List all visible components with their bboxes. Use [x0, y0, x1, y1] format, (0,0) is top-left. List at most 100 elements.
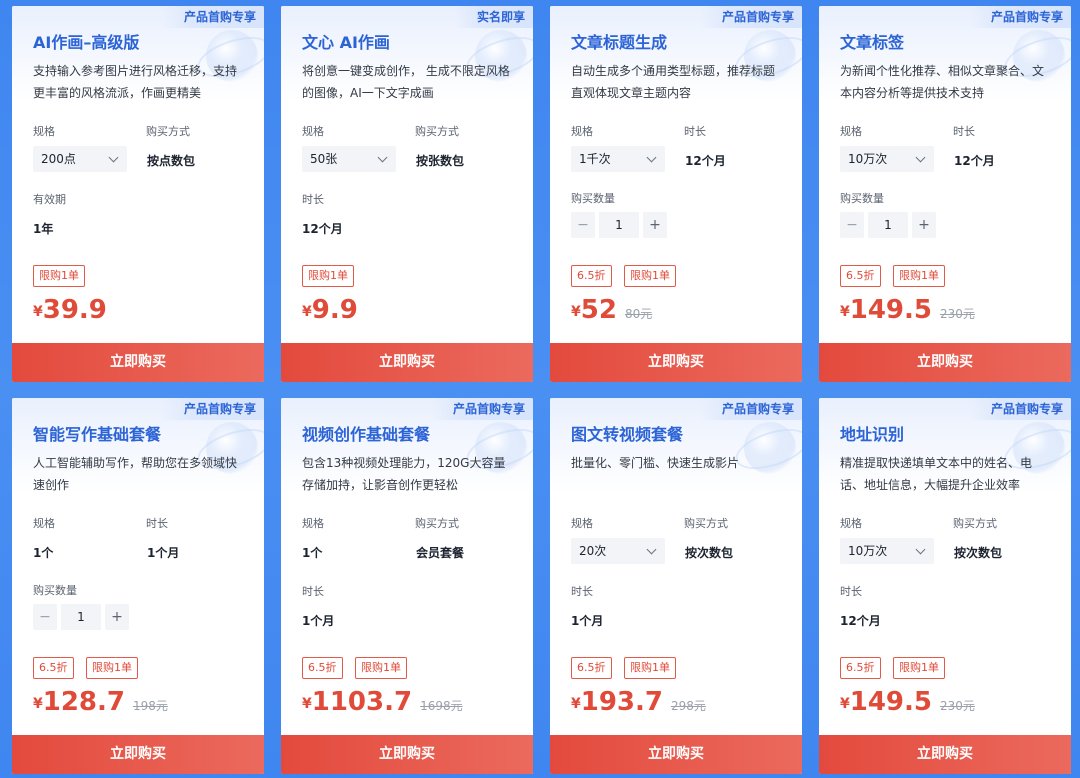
quantity-stepper[interactable]: − 1 +: [840, 212, 936, 238]
spec-select[interactable]: 1千次: [571, 146, 665, 172]
buy-now-button[interactable]: 立即购买: [819, 343, 1071, 382]
limit-tag: 限购1单: [624, 265, 676, 287]
promo-ribbon: 产品首购专享: [161, 398, 264, 420]
spec-value: 1个: [302, 546, 323, 560]
decrement-button[interactable]: −: [33, 604, 57, 630]
spec-label: 规格: [840, 125, 862, 138]
card-title: 图文转视频套餐: [571, 425, 684, 444]
price: ¥128.7 198元: [33, 687, 168, 717]
buy-now-button[interactable]: 立即购买: [12, 735, 264, 774]
buy-now-button[interactable]: 立即购买: [550, 343, 802, 382]
buy-method-label: 购买方式: [684, 517, 728, 530]
currency-symbol: ¥: [840, 304, 850, 320]
validity-value: 1年: [33, 222, 54, 236]
card-description: 自动生成多个通用类型标题，推荐标题直观体现文章主题内容: [571, 64, 776, 100]
currency-symbol: ¥: [302, 304, 312, 320]
original-price: 230元: [940, 699, 975, 713]
product-card-video-creation: 产品首购专享 视频创作基础套餐 包含13种视频处理能力，120G大容量存储加持，…: [281, 398, 533, 774]
price-value: 128.7: [42, 687, 125, 717]
duration-value: 12个月: [954, 154, 995, 168]
spec-label: 规格: [33, 517, 55, 530]
buy-now-button[interactable]: 立即购买: [819, 735, 1071, 774]
card-description: 将创意一键变成创作， 生成不限定风格的图像，AI一下文字成画: [302, 64, 510, 100]
quantity-input[interactable]: 1: [599, 212, 639, 238]
card-title: 文章标签: [840, 33, 905, 52]
discount-tag: 6.5折: [840, 265, 881, 287]
original-price: 298元: [671, 699, 706, 713]
chevron-down-icon: [915, 544, 926, 555]
validity-label: 有效期: [33, 193, 66, 206]
spec-label: 规格: [302, 125, 324, 138]
duration-label: 时长: [302, 193, 324, 206]
discount-tag: 6.5折: [840, 657, 881, 679]
card-description: 精准提取快递填单文本中的姓名、电话、地址信息，大幅提升企业效率: [840, 456, 1033, 492]
limit-tag: 限购1单: [33, 265, 85, 287]
buy-method-label: 购买方式: [953, 517, 997, 530]
price: ¥193.7 298元: [571, 687, 706, 717]
decrement-button[interactable]: −: [840, 212, 864, 238]
buy-now-button[interactable]: 立即购买: [281, 735, 533, 774]
card-description: 支持输入参考图片进行风格迁移，支持更丰富的风格流派，作画更精美: [33, 64, 238, 100]
discount-tag: 6.5折: [571, 265, 612, 287]
spec-select-value: 50张: [310, 152, 338, 166]
discount-tag: 6.5折: [571, 657, 612, 679]
card-title: 视频创作基础套餐: [302, 425, 431, 444]
promo-ribbon: 产品首购专享: [968, 6, 1071, 28]
spec-select[interactable]: 10万次: [840, 538, 934, 564]
spec-label: 规格: [840, 517, 862, 530]
promo-ribbon: 产品首购专享: [699, 398, 802, 420]
promo-ribbon: 产品首购专享: [430, 398, 533, 420]
original-price: 1698元: [420, 699, 463, 713]
spec-label: 规格: [302, 517, 324, 530]
duration-value: 12个月: [302, 222, 343, 236]
quantity-stepper[interactable]: − 1 +: [571, 212, 667, 238]
buy-method-value: 按次数包: [954, 546, 1003, 560]
spec-label: 规格: [571, 125, 593, 138]
limit-tag: 限购1单: [893, 657, 945, 679]
promo-ribbon: 产品首购专享: [161, 6, 264, 28]
buy-method-label: 购买方式: [146, 125, 190, 138]
price-value: 149.5: [849, 687, 932, 717]
promo-ribbon: 产品首购专享: [968, 398, 1071, 420]
discount-tag: 6.5折: [302, 657, 343, 679]
decrement-button[interactable]: −: [571, 212, 595, 238]
card-title: 文章标题生成: [571, 33, 668, 52]
increment-button[interactable]: +: [643, 212, 667, 238]
buy-now-button[interactable]: 立即购买: [550, 735, 802, 774]
quantity-stepper[interactable]: − 1 +: [33, 604, 129, 630]
quantity-input[interactable]: 1: [868, 212, 908, 238]
currency-symbol: ¥: [33, 696, 43, 712]
spec-select[interactable]: 10万次: [840, 146, 934, 172]
duration-value: 1个月: [571, 614, 604, 628]
price-value: 9.9: [311, 295, 358, 325]
quantity-label: 购买数量: [840, 192, 884, 205]
quantity-input[interactable]: 1: [61, 604, 101, 630]
currency-symbol: ¥: [571, 696, 581, 712]
buy-method-value: 按张数包: [416, 154, 465, 168]
buy-method-value: 按次数包: [685, 546, 734, 560]
price-value: 39.9: [42, 295, 107, 325]
spec-select[interactable]: 200点: [33, 146, 127, 172]
spec-select[interactable]: 50张: [302, 146, 396, 172]
spec-select[interactable]: 20次: [571, 538, 665, 564]
buy-method-label: 购买方式: [415, 517, 459, 530]
card-description: 包含13种视频处理能力，120G大容量存储加持，让影音创作更轻松: [302, 456, 506, 492]
price: ¥39.9: [33, 295, 107, 325]
original-price: 80元: [624, 307, 653, 321]
price-value: 149.5: [849, 295, 932, 325]
limit-tag: 限购1单: [355, 657, 407, 679]
limit-tag: 限购1单: [302, 265, 354, 287]
buy-method-value: 会员套餐: [416, 546, 465, 560]
duration-label: 时长: [302, 585, 324, 598]
original-price: 230元: [940, 307, 975, 321]
buy-now-button[interactable]: 立即购买: [281, 343, 533, 382]
spec-select-value: 1千次: [579, 152, 611, 166]
duration-label: 时长: [840, 585, 862, 598]
buy-now-button[interactable]: 立即购买: [12, 343, 264, 382]
increment-button[interactable]: +: [912, 212, 936, 238]
card-description: 为新闻个性化推荐、相似文章聚合、文本内容分析等提供技术支持: [840, 64, 1045, 100]
increment-button[interactable]: +: [105, 604, 129, 630]
chevron-down-icon: [646, 152, 657, 163]
product-card-article-tags: 产品首购专享 文章标签 为新闻个性化推荐、相似文章聚合、文本内容分析等提供技术支…: [819, 6, 1071, 382]
product-card-ai-painting-advanced: 产品首购专享 AI作画–高级版 支持输入参考图片进行风格迁移，支持更丰富的风格流…: [12, 6, 264, 382]
